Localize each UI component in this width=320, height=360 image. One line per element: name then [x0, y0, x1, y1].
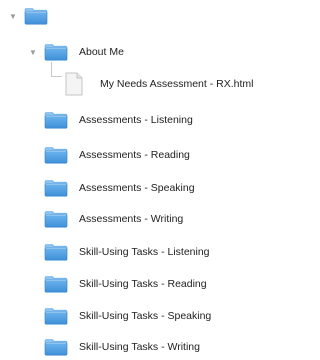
html-file-icon — [64, 72, 84, 96]
folder-icon — [44, 307, 68, 325]
tree-item-label: Assessments - Reading — [79, 149, 190, 161]
tree-item-label: Skill-Using Tasks - Reading — [79, 278, 207, 290]
tree-item-label: About Me — [79, 46, 124, 58]
folder-icon — [44, 179, 68, 197]
tree-item-label: Assessments - Listening — [79, 114, 193, 126]
folder-icon — [44, 243, 68, 261]
tree-item-assessments-listening[interactable]: Assessments - Listening — [44, 108, 193, 132]
folder-icon — [44, 111, 68, 129]
expand-arrow-icon[interactable]: ▼ — [8, 11, 18, 21]
tree-item-label: Skill-Using Tasks - Writing — [79, 341, 200, 353]
tree-item-assessments-speaking[interactable]: Assessments - Speaking — [44, 176, 195, 200]
folder-icon — [44, 146, 68, 164]
tree-item-file[interactable]: My Needs Assessment - RX.html — [64, 72, 253, 96]
expand-arrow-icon[interactable]: ▼ — [28, 47, 38, 57]
folder-icon — [44, 43, 68, 61]
folder-icon — [44, 275, 68, 293]
tree-item-label: Assessments - Speaking — [79, 182, 195, 194]
folder-icon — [24, 7, 48, 25]
tree-item-assessments-reading[interactable]: Assessments - Reading — [44, 143, 190, 167]
tree-item-skill-speaking[interactable]: Skill-Using Tasks - Speaking — [44, 304, 211, 328]
tree-item-skill-writing[interactable]: Skill-Using Tasks - Writing — [44, 335, 200, 359]
tree-item-label: Skill-Using Tasks - Listening — [79, 246, 210, 258]
tree-guide-line — [51, 62, 62, 77]
tree-item-label: Skill-Using Tasks - Speaking — [79, 310, 212, 322]
tree-item-assessments-writing[interactable]: Assessments - Writing — [44, 207, 183, 231]
tree-item-about-me[interactable]: ▼ About Me — [28, 40, 124, 64]
folder-icon — [44, 210, 68, 228]
folder-tree: ▼ ▼ About Me My Needs Assessment - RX.ht… — [0, 0, 278, 360]
tree-item-label: Assessments - Writing — [79, 213, 184, 225]
folder-icon — [44, 338, 68, 356]
tree-item-skill-listening[interactable]: Skill-Using Tasks - Listening — [44, 240, 210, 264]
tree-root-row[interactable]: ▼ — [8, 4, 48, 28]
tree-item-skill-reading[interactable]: Skill-Using Tasks - Reading — [44, 272, 207, 296]
tree-item-label: My Needs Assessment - RX.html — [100, 78, 254, 90]
